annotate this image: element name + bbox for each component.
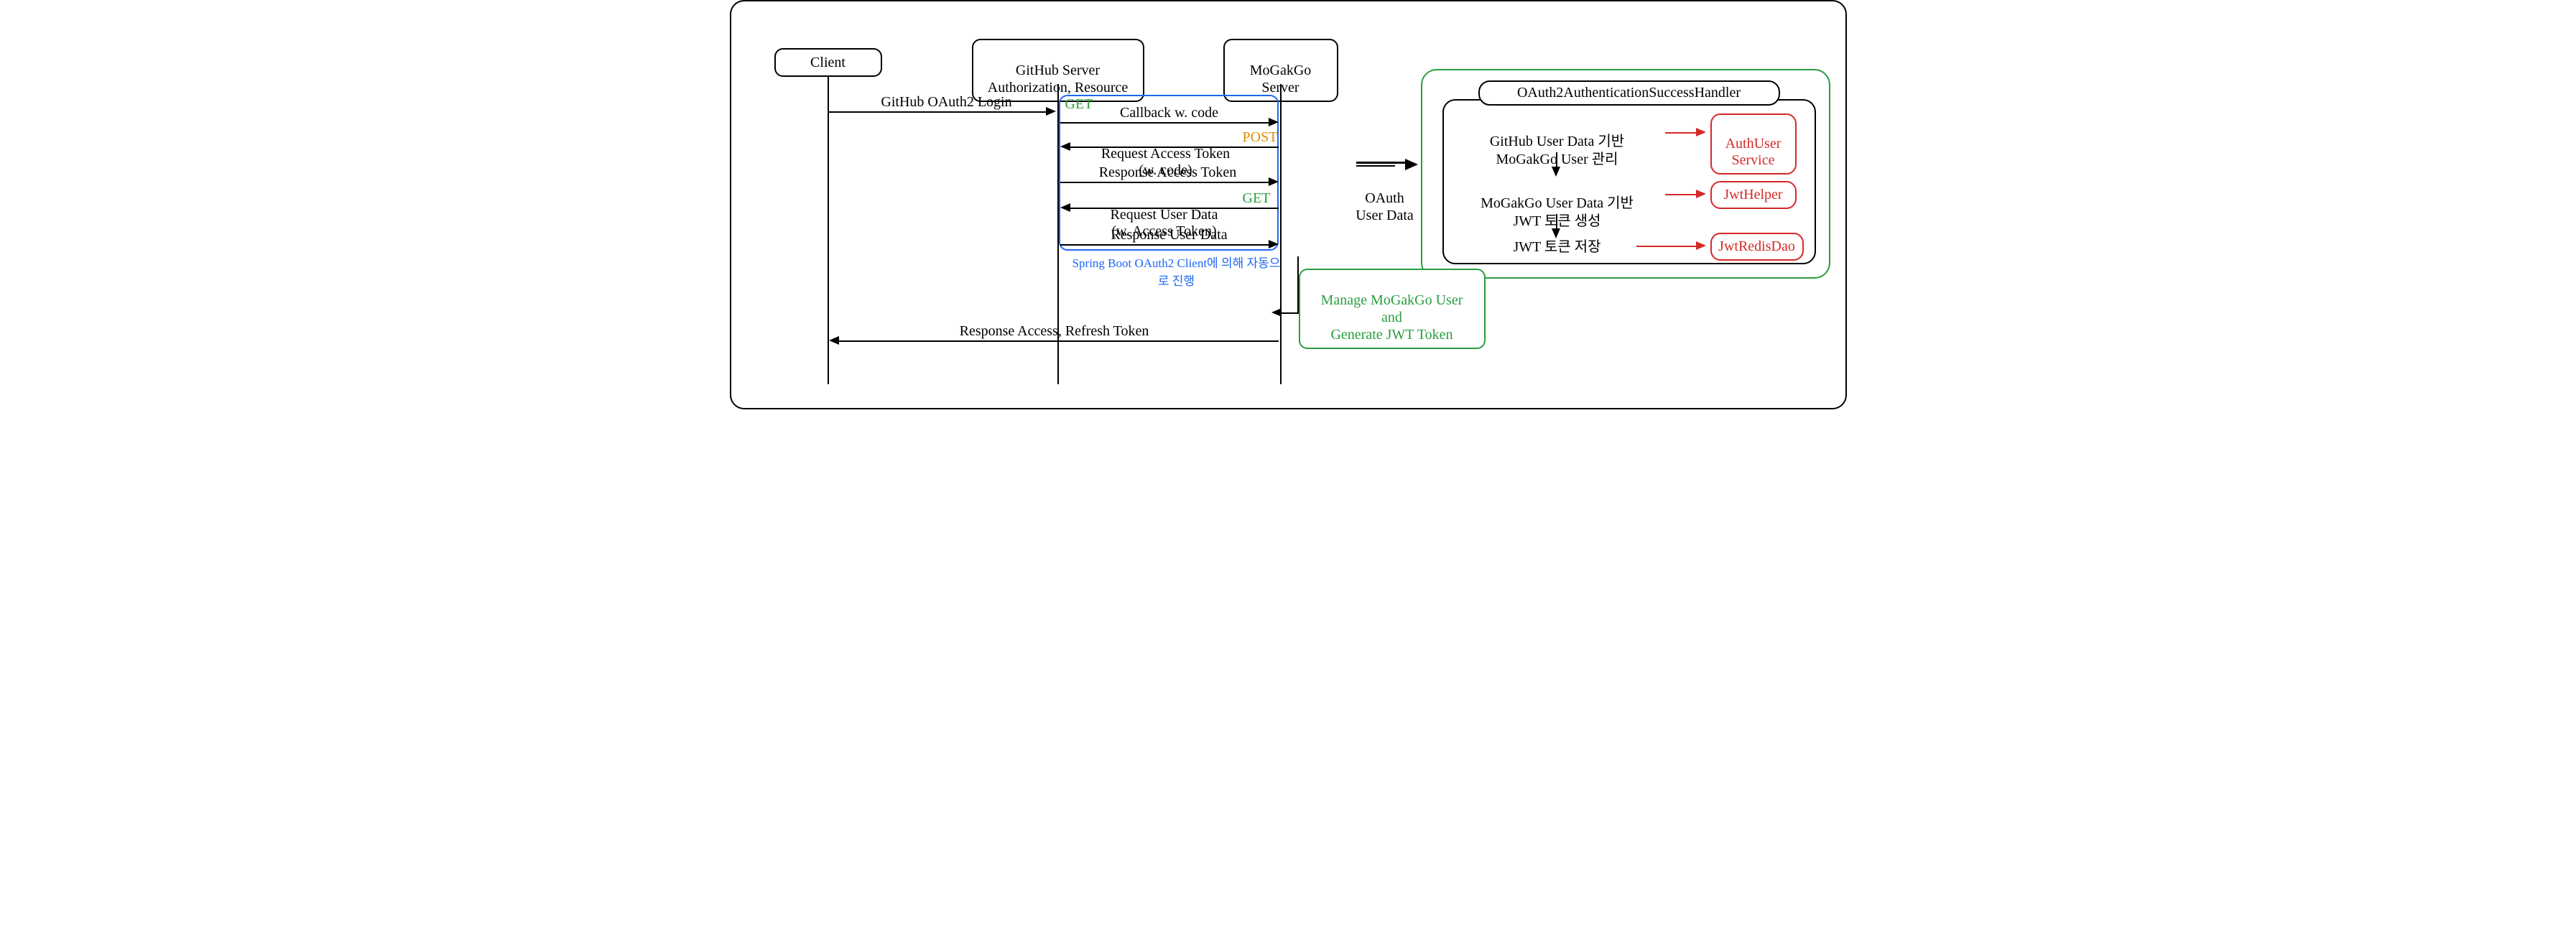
step-2: MoGakGo User Data 기반 JWT 토큰 생성 — [1457, 177, 1658, 231]
arrow-step3-head — [1696, 241, 1706, 250]
msg-callback: Callback w. code — [1098, 105, 1241, 121]
arrow-to-handler — [1356, 162, 1407, 164]
arrow-step2-head — [1696, 190, 1706, 198]
service-jwthelper: JwtHelper — [1710, 181, 1797, 209]
diagram-canvas: Client GitHub Server Authorization, Reso… — [730, 0, 1847, 409]
arrow-step1 — [1665, 132, 1697, 134]
down-1-head — [1552, 167, 1560, 177]
arrow-login — [829, 111, 1047, 113]
down-2-head — [1552, 228, 1560, 238]
msg-res-user: Response User Data — [1098, 227, 1241, 243]
blue-caption: Spring Boot OAuth2 Client에 의해 자동으로 진행 — [1069, 253, 1284, 289]
self-arrow — [1282, 256, 1303, 314]
arrow-step3 — [1636, 246, 1697, 247]
arrow-res-token-head — [1269, 177, 1279, 186]
arrow-callback-head — [1269, 118, 1279, 126]
msg-final: Response Access, Refresh Token — [861, 323, 1248, 340]
down-1 — [1556, 152, 1557, 168]
arrow-res-user-head — [1269, 240, 1279, 248]
arrow-res-user — [1060, 244, 1270, 246]
arrow-callback — [1060, 122, 1270, 124]
arrow-to-handler-tail — [1356, 165, 1395, 167]
method-post: POST — [1243, 129, 1278, 146]
arrow-res-token — [1060, 182, 1270, 183]
arrow-login-head — [1046, 107, 1056, 116]
down-2 — [1556, 214, 1557, 230]
oauth-label: OAuth User Data — [1349, 172, 1421, 224]
msg-res-token: Response Access Token — [1089, 164, 1247, 181]
service-authuser: AuthUser Service — [1710, 113, 1797, 175]
method-get-1: GET — [1065, 96, 1093, 113]
arrow-step2 — [1665, 194, 1697, 195]
arrow-req-user-head — [1060, 203, 1070, 212]
arrow-req-token — [1070, 147, 1279, 148]
actor-client-label: Client — [810, 55, 845, 70]
green-note: Manage MoGakGo User and Generate JWT Tok… — [1299, 269, 1486, 349]
arrow-final-head — [829, 336, 839, 345]
actor-client: Client — [774, 48, 882, 77]
arrow-req-token-head — [1060, 142, 1070, 151]
arrow-req-user — [1070, 208, 1279, 209]
arrow-to-handler-head — [1405, 159, 1418, 170]
step-1: GitHub User Data 기반 MoGakGo User 관리 — [1457, 115, 1658, 169]
arrow-step1-head — [1696, 128, 1706, 136]
method-get-2: GET — [1243, 190, 1271, 207]
lifeline-mogakgo — [1280, 84, 1282, 384]
step-3: JWT 토큰 저장 — [1493, 238, 1622, 256]
handler-title: OAuth2AuthenticationSuccessHandler — [1478, 80, 1780, 106]
msg-login: GitHub OAuth2 Login — [857, 94, 1037, 111]
arrow-final — [839, 340, 1279, 342]
service-jwtredis: JwtRedisDao — [1710, 233, 1804, 261]
